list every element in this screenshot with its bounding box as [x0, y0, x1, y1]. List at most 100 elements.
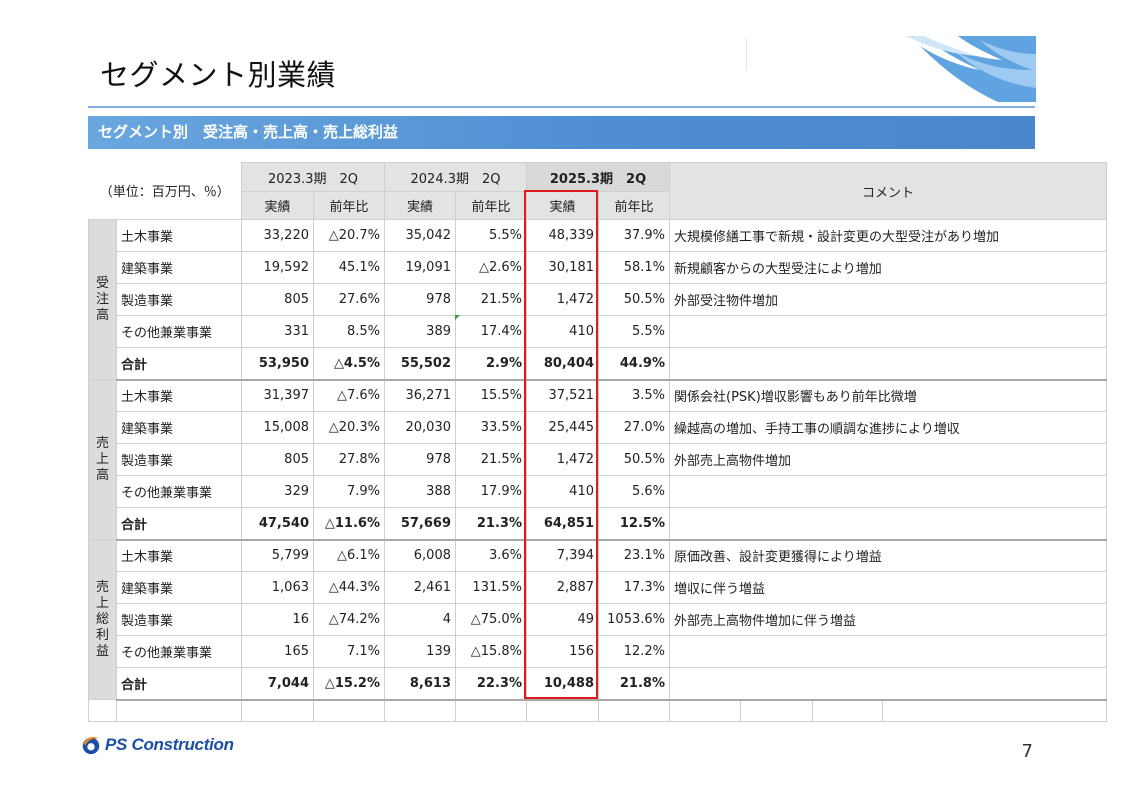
segment-name: 製造事業	[116, 283, 242, 316]
blank-cell	[882, 699, 1107, 722]
table-row: その他兼業事業 165 7.1% 139 △15.8% 156 12.2%	[89, 635, 1107, 668]
group-label-char: 上	[95, 595, 109, 611]
group-label-char: 高	[95, 307, 109, 323]
col-yoy-2025: 前年比	[598, 191, 670, 220]
table-row: その他兼業事業 331 8.5% 389 17.4% 410 5.5%	[89, 315, 1107, 348]
value-cell: 31,397	[241, 379, 314, 412]
value-cell: 410	[526, 475, 599, 508]
comment-cell: 繰越高の増加、手持工事の順調な進捗により増収	[669, 411, 1107, 444]
yoy-cell: 12.5%	[598, 507, 670, 541]
comment-cell	[669, 507, 1107, 541]
yoy-cell: 33.5%	[455, 411, 527, 444]
value-cell: 55,502	[384, 347, 456, 381]
comment-cell: 外部受注物件増加	[669, 283, 1107, 316]
value-cell: 10,488	[526, 667, 599, 701]
period-header-2025: 2025.3期 2Q	[526, 162, 670, 192]
value-cell: 80,404	[526, 347, 599, 381]
yoy-cell: △20.3%	[313, 411, 385, 444]
yoy-cell: 27.6%	[313, 283, 385, 316]
value-cell: 1,472	[526, 283, 599, 316]
yoy-cell: 8.5%	[313, 315, 385, 348]
value-cell: 4	[384, 603, 456, 636]
blank-cell	[384, 699, 456, 722]
value-cell: 2,887	[526, 571, 599, 604]
group-label: 売上総利益	[88, 539, 117, 700]
table-row: 売上高土木事業 31,397 △7.6% 36,271 15.5% 37,521 3.5% 関…	[88, 379, 1107, 540]
yoy-cell: 45.1%	[313, 251, 385, 284]
group-label-char: 上	[95, 451, 109, 467]
comment-cell: 原価改善、設計変更獲得により増益	[669, 539, 1107, 572]
group-label: 受注高	[88, 219, 117, 380]
blank-cell	[526, 699, 599, 722]
value-cell: 19,091	[384, 251, 456, 284]
value-cell: 15,008	[241, 411, 314, 444]
value-cell: 47,540	[241, 507, 314, 541]
yoy-cell: △7.6%	[313, 379, 385, 412]
table-row: 売上総利益土木事業 5,799 △6.1% 6,008 3.6% 7,394 23.1% 原価…	[88, 539, 1107, 700]
segment-name: 建築事業	[116, 411, 242, 444]
segment-results-table: （単位：百万円、％） 2023.3期 2Q 2024.3期 2Q 2025.3期…	[88, 162, 1107, 722]
segment-name: 合計	[116, 507, 242, 541]
comment-cell: 外部売上高物件増加	[669, 443, 1107, 476]
segment-name: 土木事業	[116, 379, 242, 412]
segment-name: その他兼業事業	[116, 635, 242, 668]
yoy-cell: 21.5%	[455, 283, 527, 316]
group-label-char: 益	[95, 643, 109, 659]
segment-name: その他兼業事業	[116, 475, 242, 508]
table-row: 受注高土木事業 33,220 △20.7% 35,042 5.5% 48,339 37.9%…	[88, 219, 1107, 380]
yoy-cell: 58.1%	[598, 251, 670, 284]
table-total-row: 合計 47,540 △11.6% 57,669 21.3% 64,851 12.5%	[89, 507, 1107, 541]
yoy-cell: 27.0%	[598, 411, 670, 444]
table-row: 製造事業 805 27.8% 978 21.5% 1,472 50.5% 外部売上高物件増加	[89, 443, 1107, 476]
segment-name: 土木事業	[116, 219, 242, 252]
yoy-cell: 44.9%	[598, 347, 670, 381]
yoy-cell: 21.8%	[598, 667, 670, 701]
unit-note: （単位：百万円、％）	[88, 162, 242, 220]
group-label-char: 注	[95, 291, 109, 307]
blank-cell	[88, 699, 117, 722]
yoy-cell: △74.2%	[313, 603, 385, 636]
value-cell: 1,063	[241, 571, 314, 604]
comment-cell	[669, 315, 1107, 348]
table-row: 製造事業 16 △74.2% 4 △75.0% 49 1053.6% 外部売上高物件増加に伴う…	[89, 603, 1107, 636]
yoy-cell: 7.1%	[313, 635, 385, 668]
wave-decoration	[906, 36, 1036, 102]
yoy-cell: 50.5%	[598, 283, 670, 316]
group-label-char: 利	[95, 627, 109, 643]
value-cell: 978	[384, 283, 456, 316]
value-cell: 329	[241, 475, 314, 508]
value-cell: 2,461	[384, 571, 456, 604]
comment-cell	[669, 635, 1107, 668]
yoy-cell: 7.9%	[313, 475, 385, 508]
logo-text: PS Construction	[105, 735, 234, 754]
value-cell: 35,042	[384, 219, 456, 252]
comment-header: コメント	[669, 162, 1107, 220]
section-heading: セグメント別 受注高・売上高・売上総利益	[88, 116, 1035, 149]
yoy-cell: 3.5%	[598, 379, 670, 412]
yoy-cell: 5.5%	[598, 315, 670, 348]
yoy-cell: 37.9%	[598, 219, 670, 252]
segment-name: その他兼業事業	[116, 315, 242, 348]
table-row: 建築事業 19,592 45.1% 19,091 △2.6% 30,181 58.1% 新規顧…	[89, 251, 1107, 284]
segment-name: 建築事業	[116, 251, 242, 284]
value-cell: 8,613	[384, 667, 456, 701]
value-cell: 49	[526, 603, 599, 636]
yoy-cell: 15.5%	[455, 379, 527, 412]
comment-cell: 増収に伴う増益	[669, 571, 1107, 604]
value-cell: 48,339	[526, 219, 599, 252]
table-total-row: 合計 53,950 △4.5% 55,502 2.9% 80,404 44.9%	[89, 347, 1107, 381]
value-cell: 389	[384, 315, 456, 348]
yoy-cell: 3.6%	[455, 539, 527, 572]
blank-cell	[455, 699, 527, 722]
col-actual-2023: 実績	[241, 191, 314, 220]
value-cell: 20,030	[384, 411, 456, 444]
page-title: セグメント別業績	[100, 58, 337, 92]
value-cell: 30,181	[526, 251, 599, 284]
period-header-2024: 2024.3期 2Q	[384, 162, 527, 192]
yoy-cell: △44.3%	[313, 571, 385, 604]
comment-cell: 大規模修繕工事で新規・設計変更の大型受注があり増加	[669, 219, 1107, 252]
yoy-cell: △15.2%	[313, 667, 385, 701]
yoy-cell: △75.0%	[455, 603, 527, 636]
yoy-cell: 50.5%	[598, 443, 670, 476]
col-yoy-2023: 前年比	[313, 191, 385, 220]
